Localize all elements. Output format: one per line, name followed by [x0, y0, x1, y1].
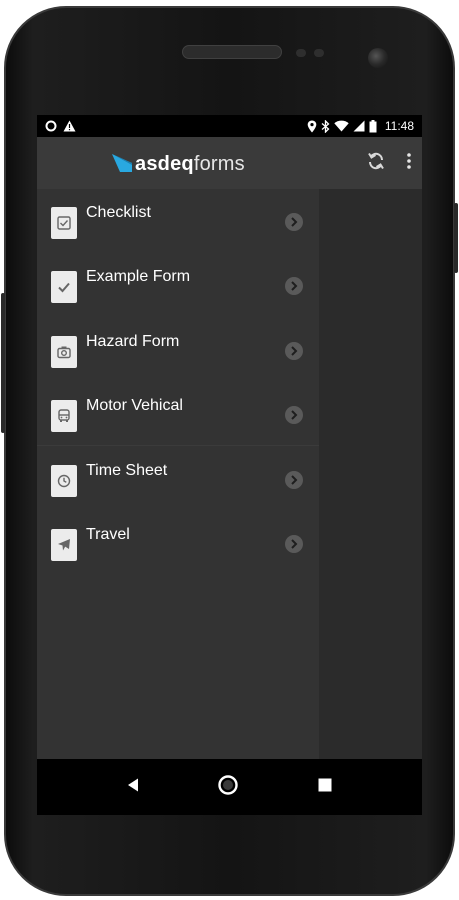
more-vert-icon[interactable] [406, 152, 412, 175]
circle-notification-icon [45, 120, 57, 132]
content-area[interactable] [319, 189, 422, 759]
checklist-icon [51, 207, 77, 239]
chevron-right-icon[interactable] [285, 342, 303, 360]
forms-list: Checklist Example Form Hazard Form Motor… [37, 189, 319, 759]
list-item-time-sheet[interactable]: Time Sheet [37, 449, 319, 513]
list-item-travel[interactable]: Travel [37, 513, 319, 577]
home-icon[interactable] [217, 774, 239, 801]
list-item-label: Example Form [86, 268, 191, 285]
bus-icon [51, 400, 77, 432]
warning-icon [63, 120, 76, 132]
light-sensor [314, 49, 324, 57]
list-item-label: Time Sheet [86, 462, 168, 479]
back-icon[interactable] [126, 777, 140, 798]
chevron-right-icon[interactable] [285, 406, 303, 424]
signal-icon [353, 120, 365, 132]
chevron-right-icon[interactable] [285, 277, 303, 295]
divider [37, 445, 319, 446]
camera-icon [51, 336, 77, 368]
checkmark-icon [51, 271, 77, 303]
recents-icon[interactable] [317, 777, 333, 798]
list-item-motor-vehical[interactable]: Motor Vehical [37, 384, 319, 448]
chevron-right-icon[interactable] [285, 471, 303, 489]
chevron-right-icon[interactable] [285, 535, 303, 553]
battery-icon [369, 119, 377, 133]
list-item-label: Motor Vehical [86, 397, 183, 414]
list-item-checklist[interactable]: Checklist [37, 191, 319, 255]
front-camera [368, 48, 388, 68]
wifi-icon [334, 120, 349, 132]
navigation-bar [37, 759, 422, 815]
earpiece-speaker [182, 45, 282, 59]
volume-button [1, 293, 5, 433]
bluetooth-icon [321, 119, 330, 133]
asdeq-logo-icon [111, 151, 133, 178]
list-item-hazard-form[interactable]: Hazard Form [37, 320, 319, 384]
brand-logo: asdeqforms [111, 151, 245, 178]
list-item-label: Hazard Form [86, 333, 180, 350]
list-item-label: Travel [86, 526, 130, 543]
status-time: 11:48 [384, 119, 414, 133]
app-bar: asdeqforms [37, 137, 422, 189]
sync-icon[interactable] [366, 151, 386, 176]
status-bar: 11:48 [37, 115, 422, 137]
brand-text: asdeqforms [135, 153, 245, 175]
chevron-right-icon[interactable] [285, 213, 303, 231]
proximity-sensor [296, 49, 306, 57]
airplane-icon [51, 529, 77, 561]
power-button [454, 203, 458, 273]
clock-icon [51, 465, 77, 497]
screen: 11:48 asdeqforms Checklist Example Form … [37, 115, 422, 815]
list-item-label: Checklist [86, 204, 151, 221]
list-item-example-form[interactable]: Example Form [37, 255, 319, 319]
location-icon [307, 120, 317, 133]
